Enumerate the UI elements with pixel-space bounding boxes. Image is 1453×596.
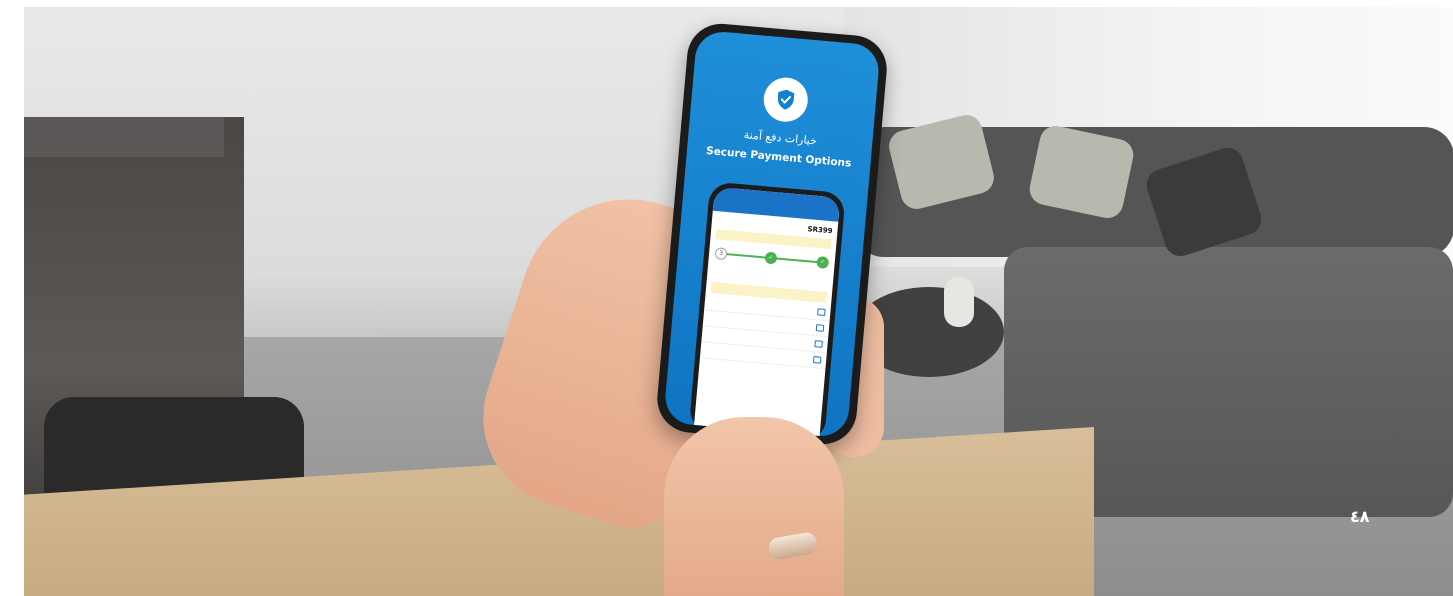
shield-check-icon bbox=[761, 75, 810, 124]
page-number: ٤٨ bbox=[1350, 507, 1370, 526]
card-icon bbox=[817, 308, 826, 316]
photo: خيارات دفع آمنة Secure Payment Options S… bbox=[24, 7, 1453, 596]
smartphone: خيارات دفع آمنة Secure Payment Options S… bbox=[654, 21, 890, 447]
inner-phone: SR399 3 ✓ ✓ bbox=[688, 181, 846, 439]
right-hand bbox=[664, 417, 844, 596]
card-icon bbox=[812, 356, 822, 364]
background-vase bbox=[944, 277, 974, 327]
background-kitchen-counter bbox=[24, 117, 224, 157]
inner-phone-screen: SR399 3 ✓ ✓ bbox=[693, 186, 841, 439]
shield-check-glyph bbox=[777, 89, 795, 110]
card-icon bbox=[814, 340, 823, 348]
step-pending-icon: 3 bbox=[714, 247, 728, 261]
step-done-icon: ✓ bbox=[764, 251, 778, 265]
card-icon bbox=[815, 324, 825, 332]
step-done-icon: ✓ bbox=[816, 256, 830, 270]
phone-screen: خيارات دفع آمنة Secure Payment Options S… bbox=[663, 29, 881, 439]
